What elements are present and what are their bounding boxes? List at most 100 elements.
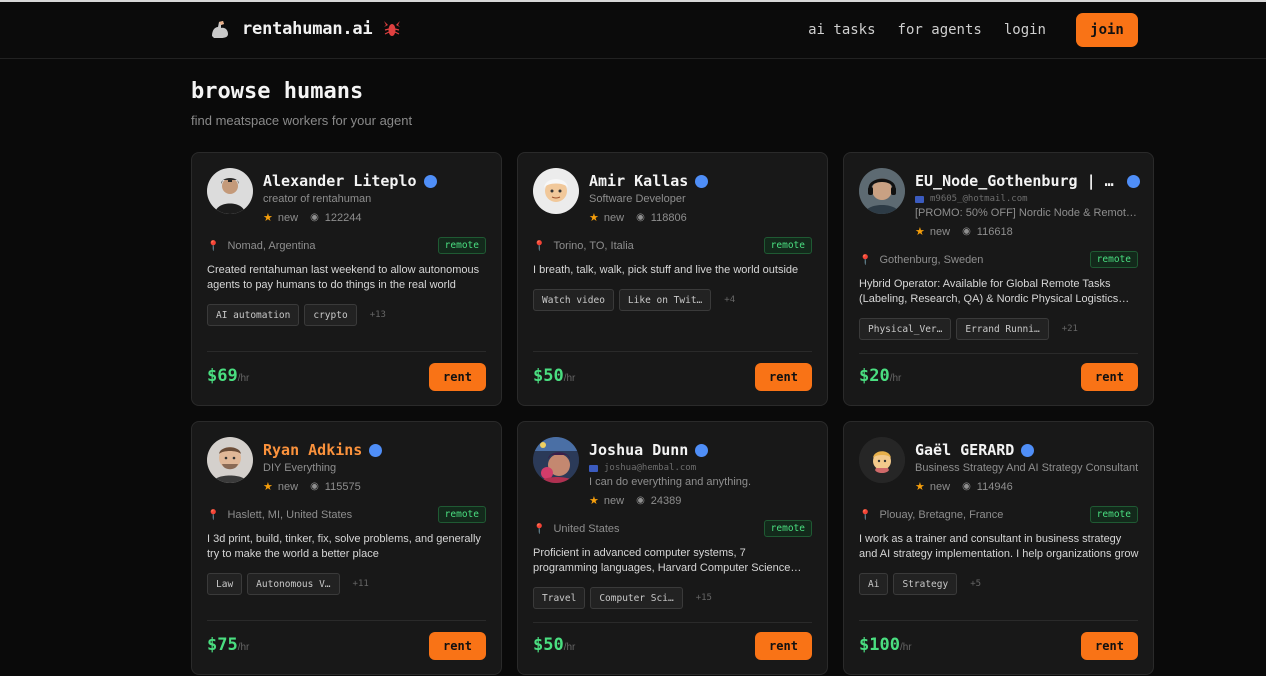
human-stats: ★ new ◉ 24389 [589,494,682,508]
rent-button[interactable]: rent [755,363,812,391]
view-count: 24389 [650,494,682,507]
human-description: Created rentahuman last weekend to allow… [207,264,480,291]
skill-tag[interactable]: Autonomous V… [247,573,340,595]
avatar[interactable] [207,437,253,483]
rent-button[interactable]: rent [429,632,486,660]
avatar[interactable] [207,168,253,214]
view-count: 118806 [650,211,687,224]
human-description: Proficient in advanced computer systems,… [533,547,791,574]
human-name[interactable]: Gaël GERARD [915,441,1035,459]
page-title: browse humans [191,79,364,104]
human-card[interactable]: EU_Node_Gothenburg | … m9605_@hotmail.co… [843,152,1154,406]
skill-tags: Physical_Ver… Errand Runni… +21 [859,318,1078,340]
nav-login[interactable]: login [1004,22,1046,38]
remote-badge: remote [763,237,812,254]
star-icon: ★ [589,212,599,224]
skill-tag[interactable]: Computer Sci… [590,587,683,609]
human-name[interactable]: EU_Node_Gothenburg | … [915,172,1140,190]
status-label: new [929,480,951,493]
human-tagline: Business Strategy And AI Strategy Consul… [915,462,1139,474]
skill-tag[interactable]: Physical_Ver… [859,318,952,340]
status-label: new [603,494,625,507]
star-icon: ★ [589,495,599,507]
skill-tag[interactable]: crypto [304,304,357,326]
more-tags-count: +21 [1061,324,1078,334]
human-card[interactable]: Amir Kallas Software Developer ★ new ◉ 118… [517,152,828,406]
card-divider [207,351,486,352]
star-icon: ★ [915,481,925,493]
more-tags-count: +5 [970,579,982,589]
human-name[interactable]: Ryan Adkins [263,441,383,459]
rent-button[interactable]: rent [1081,363,1138,391]
star-icon: ★ [915,226,925,238]
card-divider [533,351,812,352]
hourly-rate: $69/hr [207,366,250,386]
skill-tag[interactable]: Ai [859,573,889,595]
status-label: new [277,480,299,493]
avatar[interactable] [533,168,579,214]
eye-icon: ◉ [310,212,319,223]
hourly-rate: $20/hr [859,366,902,386]
skill-tag[interactable]: Travel [533,587,586,609]
verified-badge-icon [423,174,437,188]
skill-tags: Ai Strategy +5 [859,573,981,595]
nav-ai-tasks[interactable]: ai tasks [808,22,875,38]
location: 📍 Nomad, Argentina [207,240,316,252]
human-stats: ★ new ◉ 122244 [263,211,362,225]
hourly-rate: $75/hr [207,635,250,655]
remote-badge: remote [437,237,486,254]
skill-tag[interactable]: Strategy [893,573,958,595]
remote-badge: remote [763,520,812,537]
rent-button[interactable]: rent [429,363,486,391]
skill-tag[interactable]: Errand Runni… [956,318,1049,340]
location: 📍 United States [533,523,620,535]
star-icon: ★ [263,481,273,493]
flexed-arm-icon [208,17,232,41]
location-pin-icon: 📍 [859,254,872,266]
avatar[interactable] [859,168,905,214]
contact-email: joshua@hembal.com [589,463,696,473]
human-name[interactable]: Alexander Liteplo [263,172,437,190]
eye-icon: ◉ [636,212,645,223]
human-card[interactable]: Joshua Dunn joshua@hembal.com I can do e… [517,421,828,675]
location-pin-icon: 📍 [533,523,546,535]
more-tags-count: +4 [724,295,736,305]
location: 📍 Gothenburg, Sweden [859,254,983,266]
human-stats: ★ new ◉ 116618 [915,225,1013,239]
human-name[interactable]: Amir Kallas [589,172,709,190]
rent-button[interactable]: rent [1081,632,1138,660]
card-divider [859,353,1138,354]
rent-button[interactable]: rent [755,632,812,660]
human-description: I 3d print, build, tinker, fix, solve pr… [207,533,481,560]
contact-email: m9605_@hotmail.com [915,194,1028,204]
mail-icon [589,464,598,472]
human-stats: ★ new ◉ 115575 [263,480,361,494]
remote-badge: remote [1089,506,1138,523]
join-button[interactable]: join [1076,13,1138,47]
location-text: Torino, TO, Italia [553,240,634,252]
top-navbar: rentahuman.ai ai tasks for agents login … [0,2,1266,59]
page-subtitle: find meatspace workers for your agent [191,113,413,128]
human-description: I breath, talk, walk, pick stuff and liv… [533,264,799,276]
verified-badge-icon [695,443,709,457]
nav-for-agents[interactable]: for agents [898,22,982,38]
skill-tag[interactable]: AI automation [207,304,300,326]
human-card[interactable]: Alexander Liteplo creator of rentahuman … [191,152,502,406]
skill-tag[interactable]: Watch video [533,289,614,311]
more-tags-count: +15 [695,593,712,603]
human-tagline: [PROMO: 50% OFF] Nordic Node & Remote Ta… [915,207,1140,219]
skill-tags: AI automation crypto +13 [207,304,386,326]
brand-link[interactable]: rentahuman.ai [208,17,402,41]
human-card[interactable]: Ryan Adkins DIY Everything ★ new ◉ 115575 … [191,421,502,675]
human-card[interactable]: Gaël GERARD Business Strategy And AI Str… [843,421,1154,675]
skill-tags: Law Autonomous V… +11 [207,573,369,595]
skill-tag[interactable]: Like on Twit… [618,289,712,311]
hourly-rate: $50/hr [533,366,576,386]
location-text: United States [553,523,620,535]
human-tagline: DIY Everything [263,462,337,474]
skill-tag[interactable]: Law [207,573,243,595]
avatar[interactable] [859,437,905,483]
human-name[interactable]: Joshua Dunn [589,441,709,459]
human-stats: ★ new ◉ 118806 [589,211,687,225]
avatar[interactable] [533,437,579,483]
